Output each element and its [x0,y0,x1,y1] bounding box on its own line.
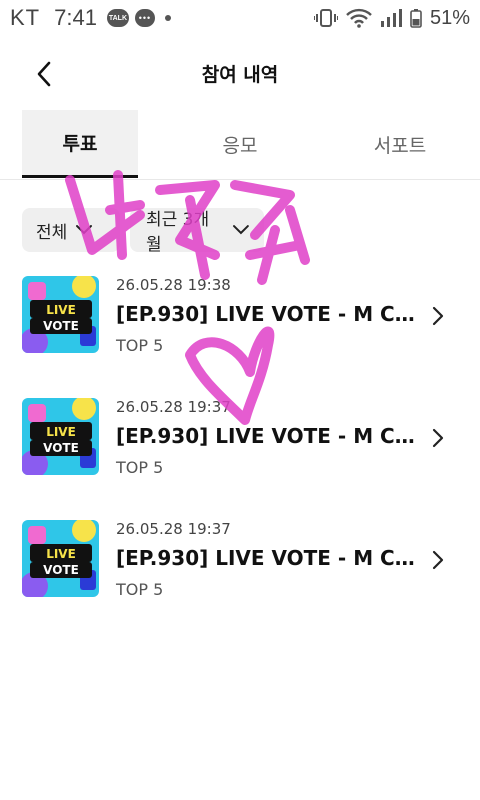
item-date: 26.05.28 19:37 [116,520,231,538]
list-item[interactable]: LIVE VOTE 26.05.28 19:37 [EP.930] LIVE V… [0,514,480,636]
item-title: [EP.930] LIVE VOTE - M COUNTDOWN [116,302,416,326]
category-filter[interactable]: 전체 [22,208,120,252]
page-title: 참여 내역 [201,64,279,86]
svg-text:VOTE: VOTE [43,563,79,577]
status-bar: KT 7:41 TALK ••• 51% [0,0,480,36]
svg-text:LIVE: LIVE [46,547,76,561]
notification-icons: TALK ••• [106,9,171,27]
item-rank: TOP 5 [116,336,164,355]
signal-icon [380,9,402,27]
live-vote-thumbnail: LIVE VOTE [22,398,99,475]
chevron-right-icon [432,428,444,448]
list-item[interactable]: LIVE VOTE 26.05.28 19:38 [EP.930] LIVE V… [0,270,480,392]
chevron-right-icon [432,306,444,326]
carrier-label: KT [10,5,41,30]
chevron-right-icon [432,550,444,570]
svg-text:LIVE: LIVE [46,303,76,317]
live-vote-thumbnail: LIVE VOTE [22,520,99,597]
chevron-down-icon [233,225,250,235]
item-title: [EP.930] LIVE VOTE - M COUNTDOWN [116,546,416,570]
live-vote-thumbnail: LIVE VOTE [22,276,99,353]
item-date: 26.05.28 19:38 [116,276,231,294]
item-title: [EP.930] LIVE VOTE - M COUNTDOWN [116,424,416,448]
more-notifications-icon [164,15,171,21]
svg-text:VOTE: VOTE [43,441,79,455]
period-filter-label: 최근 3개월 [146,210,210,255]
kakaotalk-icon: TALK [106,9,129,27]
app-header: 참여 내역 [0,44,480,100]
vote-history-list: LIVE VOTE 26.05.28 19:38 [EP.930] LIVE V… [0,270,480,636]
tab-vote[interactable]: 투표 [22,110,138,178]
clock: 7:41 [54,5,97,30]
wifi-icon [346,8,372,28]
battery-icon [410,9,422,28]
filter-bar: 전체 최근 3개월 [22,208,264,255]
system-indicators: 51% [313,6,470,30]
category-filter-label: 전체 [36,222,68,243]
chevron-down-icon [76,225,93,235]
battery-percent: 51% [429,6,470,29]
list-item[interactable]: LIVE VOTE 26.05.28 19:37 [EP.930] LIVE V… [0,392,480,514]
tab-support[interactable]: 서포트 [340,110,460,178]
vibrate-icon [313,9,338,27]
svg-text:VOTE: VOTE [43,319,79,333]
tab-entry[interactable]: 응모 [182,110,298,178]
item-rank: TOP 5 [116,458,164,477]
svg-text:LIVE: LIVE [46,425,76,439]
item-rank: TOP 5 [116,580,164,599]
period-filter[interactable]: 최근 3개월 [130,208,264,255]
tab-bar: 투표 응모 서포트 [0,110,480,180]
chat-bubble-icon: ••• [134,9,155,27]
item-date: 26.05.28 19:37 [116,398,231,416]
